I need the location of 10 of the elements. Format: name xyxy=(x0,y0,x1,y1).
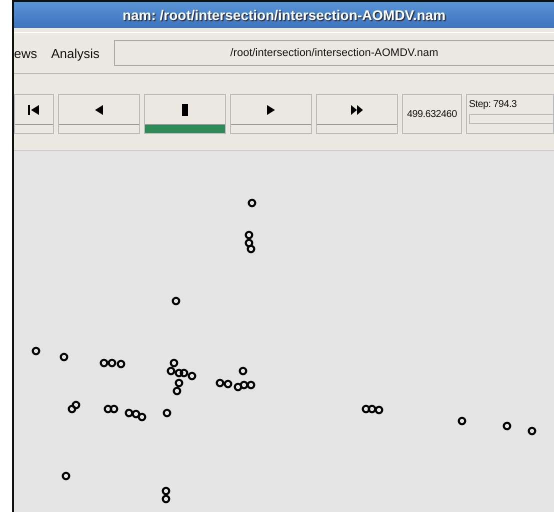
file-path-field: /root/intersection/intersection-AOMDV.nam xyxy=(114,40,554,66)
rewind-icon xyxy=(27,103,41,117)
window-title: nam: /root/intersection/intersection-AOMDV.nam xyxy=(14,2,554,28)
menu-item[interactable]: ews xyxy=(14,46,38,60)
fast-forward-icon xyxy=(350,103,364,117)
transport-button[interactable] xyxy=(144,94,226,134)
menu-item[interactable]: Analysis xyxy=(51,46,100,60)
time-readout: 499.632460 xyxy=(402,94,462,134)
transport-button[interactable] xyxy=(14,94,54,134)
step-label: Step: 794.3 xyxy=(468,99,518,110)
